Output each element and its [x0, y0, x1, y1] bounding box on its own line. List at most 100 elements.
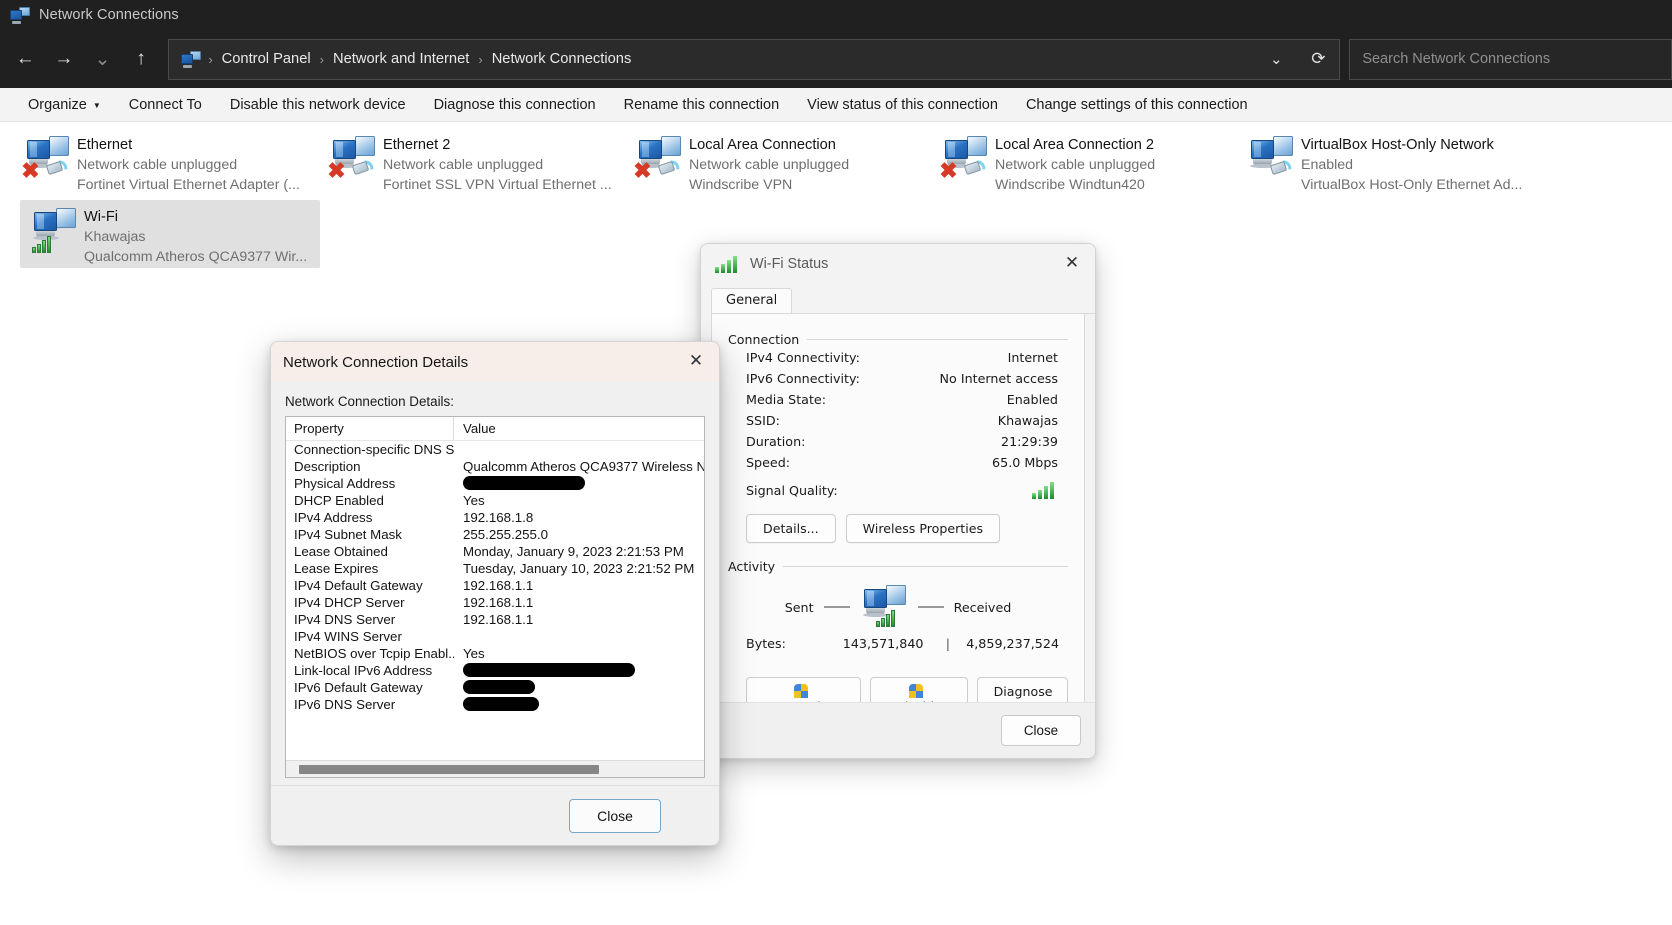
diagnose-connection-button[interactable]: Diagnose this connection [420, 93, 610, 117]
adapter-tile-wifi[interactable]: Wi-Fi Khawajas Qualcomm Atheros QCA9377 … [20, 200, 320, 268]
row-duration: Duration: 21:29:39 [728, 431, 1068, 452]
adapter-tile-virtualbox-host-only-network[interactable]: VirtualBox Host-Only Network Enabled Vir… [1237, 128, 1537, 196]
up-icon[interactable]: ↑ [122, 41, 161, 77]
adapter-tile-ethernet[interactable]: ✖ Ethernet Network cable unplugged Forti… [13, 128, 313, 196]
close-icon[interactable]: ✕ [673, 342, 719, 380]
adapter-device: Fortinet Virtual Ethernet Adapter (... [77, 177, 300, 193]
row-property: IPv4 Default Gateway [294, 578, 423, 593]
wifi-status-close-button[interactable]: Close [1001, 715, 1081, 746]
row-property: Connection-specific DNS S... [294, 442, 454, 457]
table-row[interactable]: IPv4 DNS Server 192.168.1.1 [286, 611, 704, 628]
adapter-name: Ethernet 2 [383, 137, 451, 153]
details-button[interactable]: Details... [746, 514, 836, 543]
shield-icon [909, 684, 924, 699]
table-row[interactable]: IPv4 Subnet Mask 255.255.255.0 [286, 526, 704, 543]
table-row[interactable]: Link-local IPv6 Address [286, 662, 704, 679]
row-property: IPv6 Default Gateway [294, 680, 423, 695]
horizontal-scrollbar[interactable] [286, 760, 704, 777]
chevron-down-icon: ▼ [92, 100, 101, 110]
table-row[interactable]: NetBIOS over Tcpip Enabl... Yes [286, 645, 704, 662]
forward-icon[interactable]: → [45, 41, 84, 77]
table-row[interactable]: Connection-specific DNS S... [286, 441, 704, 458]
error-x-icon: ✖ [633, 158, 652, 183]
listview-header: Property Value [286, 417, 704, 441]
tab-general[interactable]: General [711, 288, 793, 313]
row-ssid: SSID: Khawajas [728, 410, 1068, 431]
network-connection-details-dialog: Network Connection Details ✕ Network Con… [270, 341, 720, 846]
view-status-button[interactable]: View status of this connection [793, 93, 1012, 117]
sent-label: Sent [784, 599, 814, 615]
adapter-name: Local Area Connection 2 [995, 137, 1155, 153]
row-value [454, 441, 704, 458]
row-value: 192.168.1.1 [463, 578, 534, 593]
disable-network-device-button[interactable]: Disable this network device [216, 93, 420, 117]
column-header-value[interactable]: Value [454, 417, 496, 440]
breadcrumb-root-icon [181, 50, 202, 68]
breadcrumb-control-panel[interactable]: Control Panel [220, 51, 313, 67]
row-value [454, 696, 704, 713]
wireless-properties-button[interactable]: Wireless Properties [845, 514, 1001, 543]
table-row[interactable]: DHCP Enabled Yes [286, 492, 704, 509]
table-row[interactable]: IPv4 Default Gateway 192.168.1.1 [286, 577, 704, 594]
breadcrumb-network-connections[interactable]: Network Connections [490, 51, 634, 67]
ncd-title-bar: Network Connection Details ✕ [271, 342, 719, 382]
command-bar: Organize ▼ Connect To Disable this networ… [0, 88, 1672, 122]
row-value: Monday, January 9, 2023 2:21:53 PM [463, 544, 684, 559]
search-input[interactable]: Search Network Connections [1349, 38, 1672, 80]
row-property: Description [294, 459, 361, 474]
row-value: Yes [463, 646, 485, 661]
table-row[interactable]: Lease Obtained Monday, January 9, 2023 2… [286, 543, 704, 560]
breadcrumb-network-and-internet[interactable]: Network and Internet [331, 51, 471, 67]
breadcrumb-bar[interactable]: › Control Panel › Network and Internet ›… [168, 38, 1341, 80]
row-value [454, 475, 704, 492]
organize-button[interactable]: Organize ▼ [14, 93, 115, 117]
table-row[interactable]: IPv6 Default Gateway [286, 679, 704, 696]
table-row[interactable]: Description Qualcomm Atheros QCA9377 Wir… [286, 458, 704, 475]
connection-group: Connection IPv4 Connectivity: Internet I… [728, 332, 1068, 543]
table-row[interactable]: IPv6 DNS Server [286, 696, 704, 713]
back-icon[interactable]: ← [6, 41, 45, 77]
adapter-tile-local-area-connection[interactable]: ✖ Local Area Connection Network cable un… [625, 128, 925, 196]
label: SSID: [746, 413, 780, 428]
row-media-state: Media State: Enabled [728, 389, 1068, 410]
table-row[interactable]: Lease Expires Tuesday, January 10, 2023 … [286, 560, 704, 577]
activity-diagram: Sent Received [728, 580, 1068, 634]
adapter-tile-local-area-connection-2[interactable]: ✖ Local Area Connection 2 Network cable … [931, 128, 1231, 196]
scrollbar-thumb[interactable] [299, 765, 599, 774]
row-value [454, 662, 704, 679]
close-icon[interactable]: ✕ [1049, 244, 1095, 282]
table-row[interactable]: IPv4 DHCP Server 192.168.1.1 [286, 594, 704, 611]
disconnected-ethernet-icon: ✖ [19, 134, 75, 190]
adapter-status: Network cable unplugged [995, 157, 1156, 173]
connection-buttons: Details... Wireless Properties [728, 502, 1068, 543]
enabled-ethernet-icon [1243, 134, 1299, 190]
ncd-close-button[interactable]: Close [569, 798, 661, 833]
organize-label: Organize [28, 96, 87, 113]
adapter-device: Windscribe VPN [689, 177, 793, 193]
refresh-icon[interactable]: ⟳ [1297, 39, 1339, 79]
activity-group: Activity Sent Received Bytes: 143,571,84… [728, 559, 1068, 721]
label: Media State: [746, 392, 826, 407]
table-row[interactable]: IPv4 Address 192.168.1.8 [286, 509, 704, 526]
disconnected-ethernet-icon: ✖ [325, 134, 381, 190]
group-divider [807, 339, 1068, 340]
row-value: Qualcomm Atheros QCA9377 Wireless Netw [463, 459, 704, 474]
row-property: Link-local IPv6 Address [294, 663, 433, 678]
adapter-name: Wi-Fi [84, 209, 119, 225]
details-listview[interactable]: Property Value Connection-specific DNS S… [285, 416, 705, 778]
recent-locations-chevron-down-icon[interactable]: ⌄ [83, 41, 122, 77]
adapter-tile-ethernet-2[interactable]: ✖ Ethernet 2 Network cable unplugged For… [319, 128, 619, 196]
connect-to-button[interactable]: Connect To [115, 93, 216, 117]
column-header-property[interactable]: Property [286, 417, 454, 440]
bytes-received-value: 4,859,237,524 [966, 636, 1060, 651]
address-chevron-down-icon[interactable]: ⌄ [1255, 39, 1297, 79]
table-row[interactable]: Physical Address [286, 475, 704, 492]
adapter-status: Network cable unplugged [689, 157, 850, 173]
table-row[interactable]: IPv4 WINS Server [286, 628, 704, 645]
row-property: IPv4 WINS Server [294, 629, 402, 644]
row-value: Yes [463, 493, 485, 508]
title-bar: Network Connections [0, 0, 1672, 30]
value: No Internet access [939, 371, 1058, 386]
change-settings-button[interactable]: Change settings of this connection [1012, 93, 1262, 117]
rename-connection-button[interactable]: Rename this connection [610, 93, 794, 117]
